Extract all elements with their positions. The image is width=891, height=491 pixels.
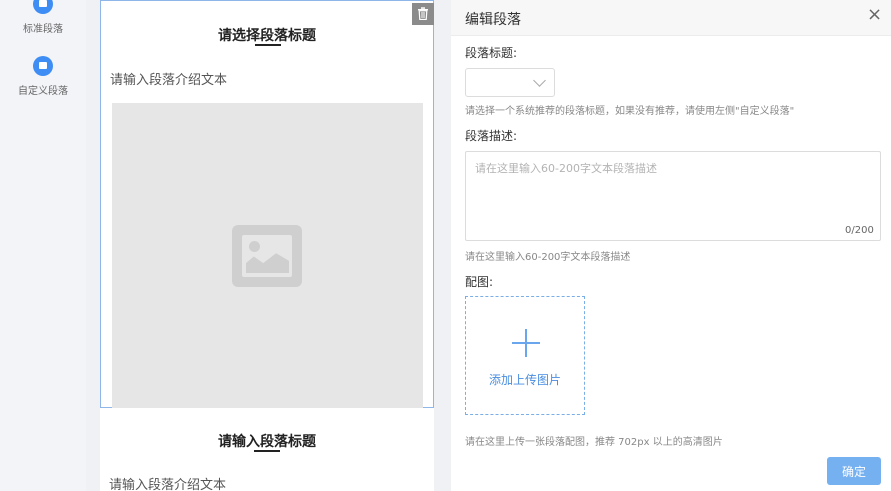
panel-header: 编辑段落 × [451, 0, 891, 36]
upload-label: 添加上传图片 [488, 373, 561, 387]
plus-icon [512, 329, 540, 357]
custom-paragraph-icon [33, 56, 53, 76]
desc-field-label: 段落描述: [465, 129, 518, 143]
block-title: 请选择段落标题 [218, 28, 316, 44]
block-desc: 请输入段落介绍文本 [109, 478, 227, 491]
confirm-button[interactable]: 确定 [827, 457, 881, 485]
chevron-down-icon [533, 74, 546, 87]
paragraph-preview: 请选择段落标题 请输入段落介绍文本 请输入段落标题 请输入段落介绍文本 [100, 0, 434, 491]
image-field-hint: 请在这里上传一张段落配图，推荐 702px 以上的高清图片 [465, 437, 723, 448]
desc-field-hint: 请在这里输入60-200字文本段落描述 [465, 252, 631, 263]
palette-item-label: 自定义段落 [18, 86, 68, 97]
palette-item-custom-paragraph[interactable]: 自定义段落 [0, 56, 86, 97]
char-counter: 0/200 [845, 225, 874, 236]
palette-item-standard-paragraph[interactable]: 标准段落 [0, 0, 86, 35]
block-title: 请输入段落标题 [218, 434, 316, 450]
image-icon [232, 225, 302, 287]
palette-item-label: 标准段落 [23, 24, 63, 35]
title-field-label: 段落标题: [465, 46, 518, 60]
paragraph-icon [33, 0, 53, 14]
title-underline [255, 44, 281, 46]
panel-title: 编辑段落 [465, 12, 521, 28]
close-icon[interactable]: × [867, 5, 882, 25]
image-field-label: 配图: [465, 275, 494, 289]
component-palette: 标准段落 自定义段落 [0, 0, 86, 491]
title-field-hint: 请选择一个系统推荐的段落标题，如果没有推荐，请使用左侧"自定义段落" [465, 106, 795, 117]
image-placeholder [112, 103, 423, 408]
upload-image-area[interactable]: 添加上传图片 [465, 296, 585, 415]
title-select[interactable] [465, 68, 555, 97]
desc-textarea[interactable] [465, 151, 881, 241]
title-underline [254, 450, 280, 452]
trash-icon[interactable] [412, 3, 434, 25]
edit-paragraph-panel: 编辑段落 × 段落标题: 请选择一个系统推荐的段落标题，如果没有推荐，请使用左侧… [451, 0, 891, 491]
block-desc: 请输入段落介绍文本 [110, 73, 228, 88]
paragraph-block-selected[interactable]: 请选择段落标题 请输入段落介绍文本 [100, 0, 434, 408]
